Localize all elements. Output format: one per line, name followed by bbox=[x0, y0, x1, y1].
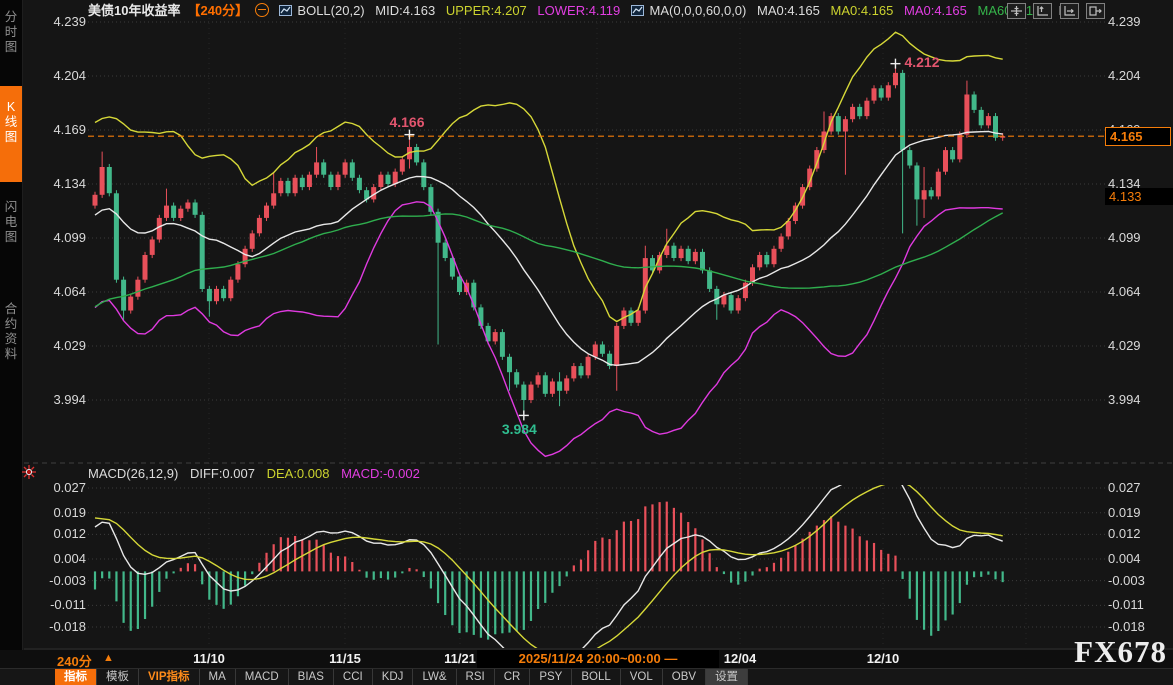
toolbar-item-模板[interactable]: 模板 bbox=[97, 669, 139, 685]
date-label-12/10: 12/10 bbox=[867, 651, 900, 666]
sidebar: 分时图 K线图闪电图合约资料 bbox=[0, 0, 23, 685]
macd-tick-right: 0.004 bbox=[1108, 551, 1141, 566]
macd-tick-right: 0.027 bbox=[1108, 480, 1141, 495]
macd-tick-right: -0.003 bbox=[1108, 573, 1145, 588]
macd-tick-right: -0.018 bbox=[1108, 619, 1145, 634]
macd-diff: DIFF:0.007 bbox=[190, 466, 255, 481]
price-annotation-4.212: 4.212 bbox=[904, 54, 939, 70]
indicator-icon bbox=[279, 1, 292, 23]
shift-right-icon[interactable] bbox=[1086, 3, 1105, 19]
toolbar-item-MA[interactable]: MA bbox=[200, 669, 236, 685]
toolbar-item-MACD[interactable]: MACD bbox=[236, 669, 289, 685]
toolbar-item-BOLL[interactable]: BOLL bbox=[572, 669, 620, 685]
period-up-arrow-icon[interactable]: ▲ bbox=[103, 652, 114, 664]
macd-label: MACD(26,12,9) bbox=[88, 466, 178, 481]
macd-dea: DEA:0.008 bbox=[267, 466, 330, 481]
scale-x-axis-icon[interactable] bbox=[1060, 3, 1079, 19]
price-tick-left: 4.204 bbox=[34, 68, 86, 83]
macd-tick-right: 0.019 bbox=[1108, 505, 1141, 520]
toolbar-item-设置[interactable]: 设置 bbox=[706, 669, 748, 685]
secondary-price-badge: 4.133 bbox=[1105, 188, 1173, 205]
price-tick-left: 4.099 bbox=[34, 230, 86, 245]
macd-value: MACD:-0.002 bbox=[341, 466, 420, 481]
toolbar-item-指标[interactable]: 指标 bbox=[55, 669, 97, 685]
boll-lower: LOWER:4.119 bbox=[537, 3, 620, 18]
boll-mid: MID:4.163 bbox=[375, 3, 435, 18]
macd-tick-left: 0.012 bbox=[34, 526, 86, 541]
macd-tick-left: 0.004 bbox=[34, 551, 86, 566]
price-tick-left: 3.994 bbox=[34, 392, 86, 407]
selected-bar-range: 2025/11/24 20:00~00:00 — bbox=[477, 650, 719, 668]
chart-canvas[interactable] bbox=[0, 0, 1173, 685]
chart-application: 分时图 K线图闪电图合约资料 美债10年收益率【240分】 BOLL(20,2) … bbox=[0, 0, 1173, 685]
macd-tick-left: -0.003 bbox=[34, 573, 86, 588]
pan-icon[interactable] bbox=[1007, 3, 1026, 19]
toolbar-item-CR[interactable]: CR bbox=[495, 669, 531, 685]
macd-tick-right: -0.011 bbox=[1108, 597, 1144, 612]
watermark: FX678 bbox=[1074, 634, 1167, 670]
toolbar-item-PSY[interactable]: PSY bbox=[530, 669, 572, 685]
macd-tick-left: 0.027 bbox=[34, 480, 86, 495]
date-label-11/15: 11/15 bbox=[329, 651, 361, 666]
price-tick-right: 3.994 bbox=[1108, 392, 1141, 407]
indicator-toolbar: 指标模板VIP指标MAMACDBIASCCIKDJLW&RSICRPSYBOLL… bbox=[0, 668, 1173, 685]
ma-label: MA(0,0,0,60,0,0) bbox=[650, 3, 747, 18]
price-tick-left: 4.064 bbox=[34, 284, 86, 299]
price-tick-right: 4.029 bbox=[1108, 338, 1141, 353]
sidebar-tab-4[interactable]: 合约资料 bbox=[0, 296, 22, 418]
price-tick-left: 4.134 bbox=[34, 176, 86, 191]
macd-legend: MACD(26,12,9) DIFF:0.007 DEA:0.008 MACD:… bbox=[88, 466, 428, 481]
boll-upper: UPPER:4.207 bbox=[446, 3, 527, 18]
ma0-yellow: MA0:4.165 bbox=[830, 3, 893, 18]
price-tick-right: 4.239 bbox=[1108, 14, 1141, 29]
sidebar-tab-3[interactable]: 闪电图 bbox=[0, 194, 22, 284]
toolbar-item-VIP指标[interactable]: VIP指标 bbox=[139, 669, 200, 685]
macd-tick-left: 0.019 bbox=[34, 505, 86, 520]
collapse-icon[interactable] bbox=[255, 3, 269, 17]
starburst-icon[interactable] bbox=[21, 464, 37, 485]
scale-y-axis-icon[interactable] bbox=[1033, 3, 1052, 19]
toolbar-item-CCI[interactable]: CCI bbox=[334, 669, 373, 685]
x-axis-row: 240分 ▲ 2025/11/24 20:00~00:00 — 11/1011/… bbox=[0, 650, 1173, 668]
price-tick-right: 4.064 bbox=[1108, 284, 1141, 299]
toolbar-item-OBV[interactable]: OBV bbox=[663, 669, 706, 685]
price-tick-left: 4.239 bbox=[34, 14, 86, 29]
price-tick-left: 4.029 bbox=[34, 338, 86, 353]
ma0-white: MA0:4.165 bbox=[757, 3, 820, 18]
toolbar-item-KDJ[interactable]: KDJ bbox=[373, 669, 414, 685]
date-label-11/21: 11/21 bbox=[444, 651, 476, 666]
toolbar-item-VOL[interactable]: VOL bbox=[621, 669, 663, 685]
price-tick-right: 4.099 bbox=[1108, 230, 1141, 245]
price-tick-left: 4.169 bbox=[34, 122, 86, 137]
sidebar-tab-2[interactable]: K线图 bbox=[0, 86, 22, 182]
current-price-badge: 4.165 bbox=[1105, 127, 1171, 146]
macd-tick-right: 0.012 bbox=[1108, 526, 1141, 541]
indicator-icon bbox=[631, 1, 644, 23]
instrument-title: 美债10年收益率 bbox=[88, 3, 180, 18]
macd-tick-left: -0.018 bbox=[34, 619, 86, 634]
toolbar-item-LW&[interactable]: LW& bbox=[413, 669, 456, 685]
toolbar-item-RSI[interactable]: RSI bbox=[457, 669, 495, 685]
price-annotation-4.166: 4.166 bbox=[389, 114, 424, 130]
price-annotation-3.984: 3.984 bbox=[502, 421, 537, 437]
price-tick-right: 4.204 bbox=[1108, 68, 1141, 83]
chart-legend: 美债10年收益率【240分】 BOLL(20,2) MID:4.163 UPPE… bbox=[88, 0, 1076, 22]
sidebar-tab-1[interactable]: 分时图 bbox=[0, 4, 22, 76]
window-controls bbox=[1004, 3, 1105, 21]
period-tag: 【240分】 bbox=[187, 3, 248, 18]
boll-label: BOLL(20,2) bbox=[297, 3, 364, 18]
date-label-12/04: 12/04 bbox=[724, 651, 757, 666]
ma0-magenta: MA0:4.165 bbox=[904, 3, 967, 18]
macd-tick-left: -0.011 bbox=[34, 597, 86, 612]
date-label-11/10: 11/10 bbox=[193, 651, 225, 666]
toolbar-item-BIAS[interactable]: BIAS bbox=[289, 669, 334, 685]
